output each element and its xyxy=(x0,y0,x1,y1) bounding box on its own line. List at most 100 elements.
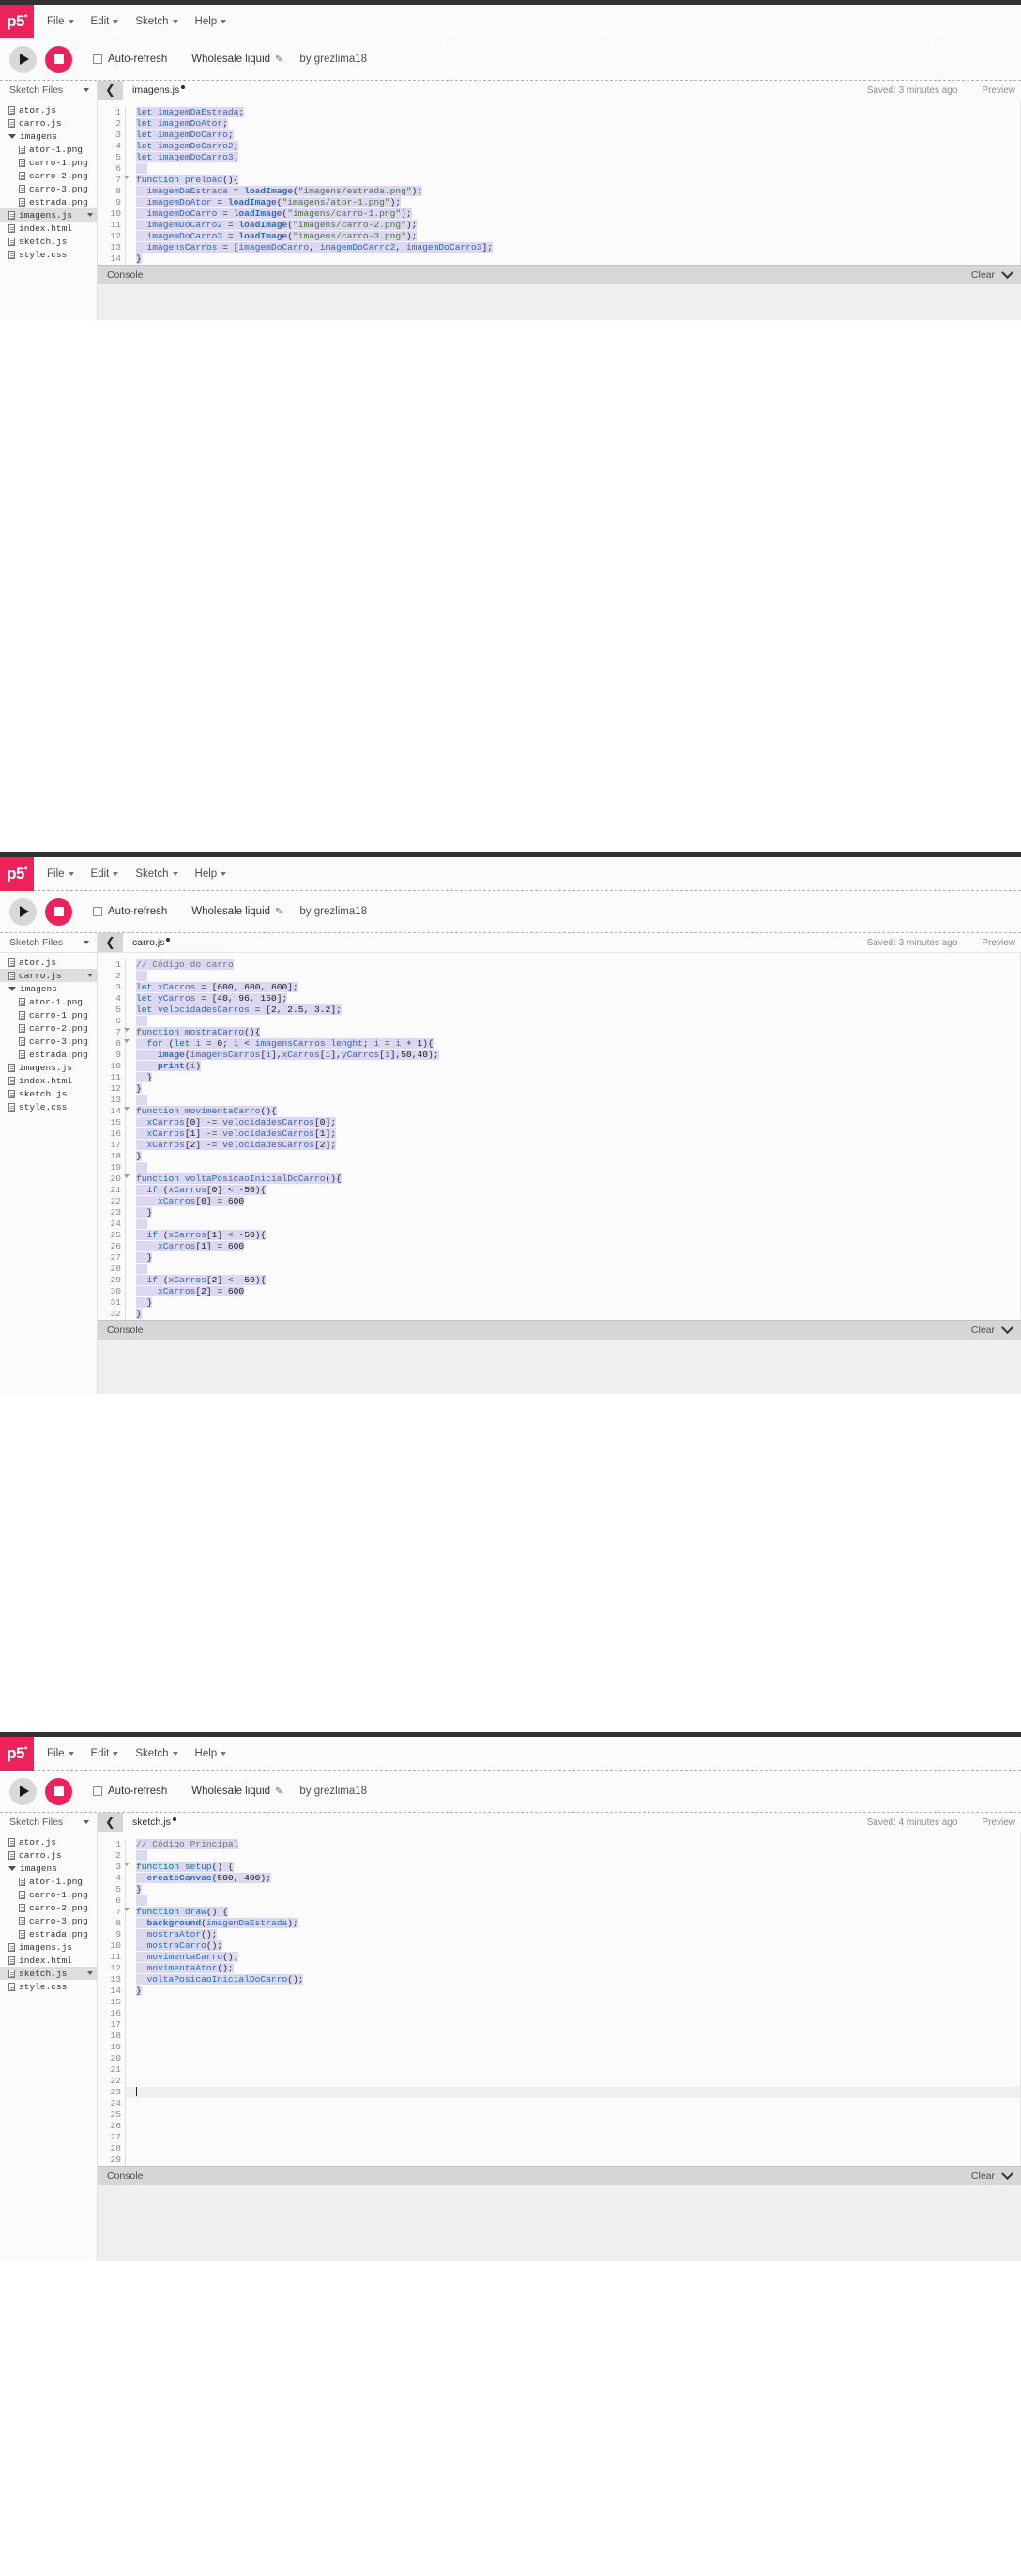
code-line[interactable]: xCarros[0] = 600 xyxy=(136,1196,1020,1207)
code-line[interactable]: voltaPosicaoInicialDoCarro(); xyxy=(136,1974,1020,1986)
chevron-down-icon[interactable] xyxy=(84,1820,89,1824)
file-item-index-html[interactable]: index.html xyxy=(0,1954,97,1967)
file-item-imagens[interactable]: imagens xyxy=(0,1862,97,1875)
sketch-name[interactable]: Wholesale liquid ✎ xyxy=(191,54,282,65)
code-line[interactable]: imagemDaEstrada = loadImage("imagens/est… xyxy=(136,186,1020,197)
folder-open-icon[interactable] xyxy=(8,1865,16,1871)
code-line[interactable]: print(i) xyxy=(136,1061,1020,1072)
code-line[interactable]: } xyxy=(136,1252,1020,1264)
pencil-icon[interactable]: ✎ xyxy=(275,907,282,917)
sidebar-header[interactable]: Sketch Files xyxy=(0,81,97,100)
code-line[interactable]: } xyxy=(136,1207,1020,1219)
pencil-icon[interactable]: ✎ xyxy=(275,54,282,65)
file-item-sketch-js[interactable]: sketch.js xyxy=(0,1967,97,1980)
code-line[interactable]: xCarros[1] -= velocidadesCarros[1]; xyxy=(136,1128,1020,1140)
code-line[interactable] xyxy=(136,2132,1020,2143)
play-button[interactable] xyxy=(9,897,37,926)
menu-item-edit[interactable]: Edit xyxy=(91,868,119,880)
code-lines[interactable]: // Código do carro let xCarros = [600, 6… xyxy=(126,959,1020,1320)
code-line[interactable] xyxy=(136,2008,1020,2019)
file-item-ator-1-png[interactable]: ator-1.png xyxy=(0,1875,97,1888)
fold-arrow-icon[interactable] xyxy=(124,1039,130,1043)
code-line[interactable]: } xyxy=(136,1309,1020,1320)
code-editor[interactable]: 1 2 3 4 5 6 7 8 9 10 11 12 13 14 15 16 17 18 19 20 21 22 23 24 2… xyxy=(98,953,1020,1320)
code-line[interactable]: createCanvas(500, 400); xyxy=(136,1873,1020,1884)
file-item-ator-1-png[interactable]: ator-1.png xyxy=(0,143,97,156)
code-line[interactable] xyxy=(136,1895,1020,1907)
code-line[interactable]: } xyxy=(136,1297,1020,1309)
code-line[interactable]: // Código Principal xyxy=(136,1839,1020,1850)
folder-open-icon[interactable] xyxy=(8,986,16,991)
code-line[interactable]: for (let i = 0; i < imagensCarros.lenght… xyxy=(136,1038,1020,1050)
chevron-down-icon[interactable] xyxy=(1001,266,1013,279)
code-line[interactable]: background(imagemDaEstrada); xyxy=(136,1918,1020,1929)
code-line[interactable]: function preload(){ xyxy=(136,175,1020,186)
file-item-estrada-png[interactable]: estrada.png xyxy=(0,1048,97,1061)
play-button[interactable] xyxy=(9,1777,37,1805)
code-line[interactable]: xCarros[0] -= velocidadesCarros[0]; xyxy=(136,1117,1020,1128)
active-tab[interactable]: carro.js xyxy=(123,933,171,952)
collapse-sidebar-button[interactable]: ❮ xyxy=(98,1813,123,1832)
code-lines[interactable]: // Código Principal function setup() { c… xyxy=(126,1839,1020,2166)
file-options-icon[interactable] xyxy=(87,213,93,217)
code-line[interactable]: function movimentaCarro(){ xyxy=(136,1106,1020,1117)
file-item-estrada-png[interactable]: estrada.png xyxy=(0,1927,97,1940)
file-item-imagens-js[interactable]: imagens.js xyxy=(0,1940,97,1954)
code-line[interactable]: if (xCarros[0] < -50){ xyxy=(136,1185,1020,1196)
chevron-down-icon[interactable] xyxy=(1001,2167,1013,2180)
menu-item-edit[interactable]: Edit xyxy=(91,1748,119,1759)
menu-item-sketch[interactable]: Sketch xyxy=(135,16,178,27)
file-item-imagens-js[interactable]: imagens.js xyxy=(0,208,97,222)
collapse-sidebar-button[interactable]: ❮ xyxy=(98,81,123,100)
menu-item-file[interactable]: File xyxy=(47,16,74,27)
auto-refresh-toggle[interactable]: Auto-refresh xyxy=(93,1786,167,1797)
file-item-ator-js[interactable]: ator.js xyxy=(0,1835,97,1848)
console-bar[interactable]: Console Clear xyxy=(98,2166,1021,2185)
chevron-down-icon[interactable] xyxy=(84,941,89,944)
fold-arrow-icon[interactable] xyxy=(124,1107,130,1111)
code-line[interactable] xyxy=(136,1219,1020,1230)
file-item-style-css[interactable]: style.css xyxy=(0,1100,97,1113)
code-line[interactable] xyxy=(136,2053,1020,2064)
collapse-sidebar-button[interactable]: ❮ xyxy=(98,933,123,952)
sketch-name[interactable]: Wholesale liquid ✎ xyxy=(191,906,282,917)
code-line[interactable]: let velocidadesCarros = [2, 2.5, 3.2]; xyxy=(136,1004,1020,1016)
code-line[interactable]: function voltaPosicaoInicialDoCarro(){ xyxy=(136,1173,1020,1185)
pencil-icon[interactable]: ✎ xyxy=(275,1786,282,1797)
code-line[interactable] xyxy=(136,2154,1020,2166)
code-line[interactable] xyxy=(126,2087,1020,2098)
code-line[interactable] xyxy=(136,2143,1020,2154)
stop-button[interactable] xyxy=(45,45,72,73)
code-line[interactable]: let yCarros = [40, 96, 150]; xyxy=(136,993,1020,1004)
file-item-carro-js[interactable]: carro.js xyxy=(0,969,97,982)
active-tab[interactable]: sketch.js xyxy=(123,1813,176,1832)
file-item-sketch-js[interactable]: sketch.js xyxy=(0,235,97,248)
code-line[interactable] xyxy=(136,971,1020,982)
chevron-down-icon[interactable] xyxy=(84,88,89,92)
file-options-icon[interactable] xyxy=(87,974,93,977)
file-options-icon[interactable] xyxy=(87,1971,93,1975)
file-item-imagens-js[interactable]: imagens.js xyxy=(0,1061,97,1074)
code-line[interactable]: let xCarros = [600, 600, 600]; xyxy=(136,982,1020,993)
file-item-imagens[interactable]: imagens xyxy=(0,982,97,995)
chevron-down-icon[interactable] xyxy=(1001,1321,1013,1334)
sketch-name[interactable]: Wholesale liquid ✎ xyxy=(191,1786,282,1797)
code-line[interactable]: imagensCarros = [imagemDoCarro, imagemDo… xyxy=(136,242,1020,253)
file-item-sketch-js[interactable]: sketch.js xyxy=(0,1087,97,1100)
file-item-style-css[interactable]: style.css xyxy=(0,248,97,261)
code-line[interactable]: } xyxy=(136,1072,1020,1083)
code-line[interactable]: mostraAtor(); xyxy=(136,1929,1020,1940)
folder-open-icon[interactable] xyxy=(8,133,16,139)
fold-arrow-icon[interactable] xyxy=(124,1863,130,1866)
file-item-carro-2-png[interactable]: carro-2.png xyxy=(0,1901,97,1914)
menu-item-sketch[interactable]: Sketch xyxy=(135,1748,178,1759)
file-item-index-html[interactable]: index.html xyxy=(0,222,97,235)
menu-item-file[interactable]: File xyxy=(47,1748,74,1759)
code-line[interactable]: function mostraCarro(){ xyxy=(136,1027,1020,1038)
code-line[interactable]: if (xCarros[2] < -50){ xyxy=(136,1275,1020,1286)
p5-logo[interactable]: p5* xyxy=(0,857,34,891)
code-editor[interactable]: 1 2 3 4 5 6 7 8 9 10 11 12 13 14 15 16 17 18 19 20 21 22 23 24 2… xyxy=(98,1832,1020,2166)
file-item-style-css[interactable]: style.css xyxy=(0,1980,97,1993)
code-line[interactable]: let imagemDoCarro2; xyxy=(136,141,1020,152)
console-clear-button[interactable]: Clear xyxy=(971,2170,995,2182)
